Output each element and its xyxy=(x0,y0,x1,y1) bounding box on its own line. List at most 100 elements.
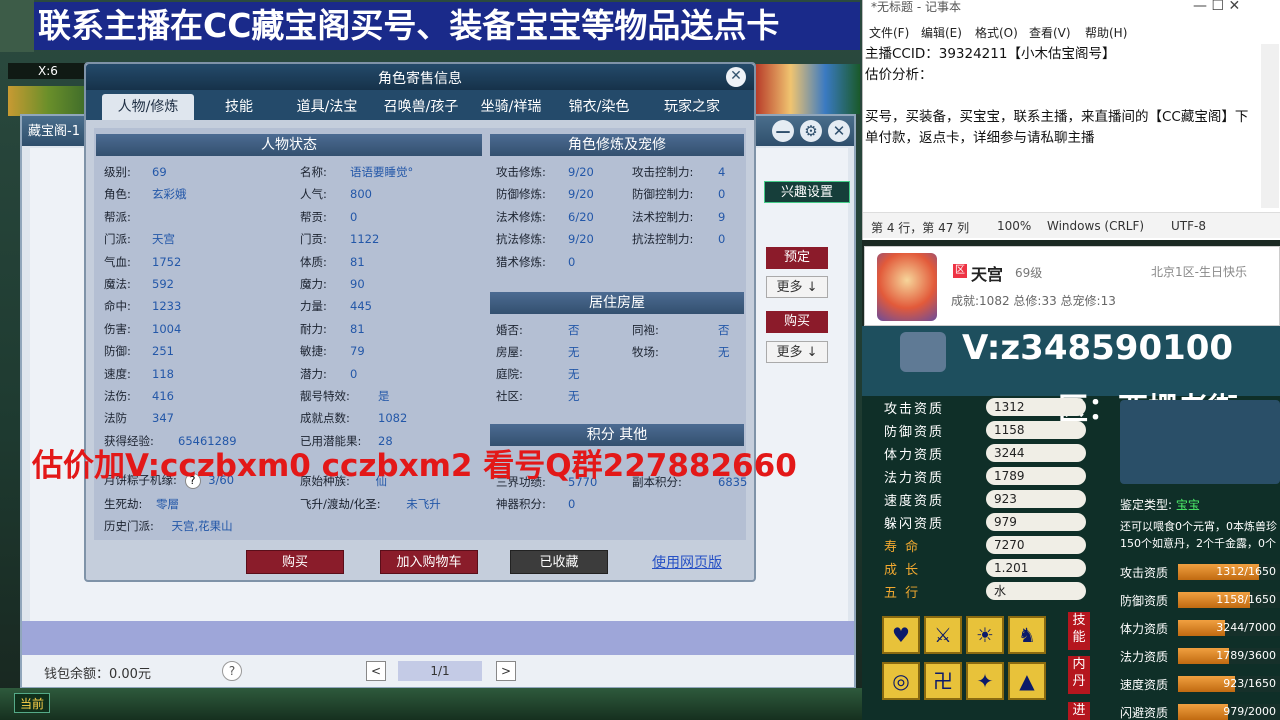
tab-pets[interactable]: 召唤兽/孩子 xyxy=(376,94,466,120)
aptitude-bar: 923/1650 xyxy=(1178,676,1280,692)
close-icon[interactable]: ✕ xyxy=(828,120,850,142)
row-value: 0 xyxy=(350,366,358,381)
text-line: 估价分析： xyxy=(865,67,933,83)
tab-outfits[interactable]: 锦衣/染色 xyxy=(560,94,638,120)
aptitude-bar: 1789/3600 xyxy=(1178,648,1280,664)
row-label: 婚否: xyxy=(496,323,523,337)
notepad-text-area[interactable]: 主播CCID：39324211【小木估宝阁号】 估价分析： 买号，买装备，买宝宝… xyxy=(865,44,1261,149)
more-button[interactable]: 更多 ↓ xyxy=(766,276,828,298)
wing-icon[interactable]: ✦ xyxy=(966,662,1004,700)
text-line: 主播CCID：39324211【小木估宝阁号】 xyxy=(865,46,1116,62)
character-level: 69级 xyxy=(1015,266,1043,280)
row-value: 0 xyxy=(568,497,576,511)
aptitude-bar: 1312/1650 xyxy=(1178,564,1280,580)
tab-player-home[interactable]: 玩家之家 xyxy=(652,94,732,120)
crossed-swords-icon[interactable]: ⚔ xyxy=(924,616,962,654)
game-toolbar-strip xyxy=(0,0,34,52)
server-name: 北京1区-生日快乐 xyxy=(1151,265,1247,279)
row-value: 无 xyxy=(718,345,730,359)
next-page-button[interactable]: > xyxy=(496,661,516,681)
character-summary-card[interactable]: 区 天宫 69级 北京1区-生日快乐 成就:1082 总修:33 总宠修:13 xyxy=(864,246,1280,326)
runner-icon[interactable]: ♞ xyxy=(1008,616,1046,654)
add-to-cart-button[interactable]: 加入购物车 xyxy=(380,550,478,574)
help-icon[interactable]: ? xyxy=(222,661,242,681)
row-label: 飞升/渡劫/化圣: xyxy=(300,497,381,511)
reserve-button[interactable]: 预定 xyxy=(766,247,828,269)
rune-icon[interactable]: 卍 xyxy=(924,662,962,700)
row-value: 1752 xyxy=(152,254,182,269)
tab-inner-dan[interactable]: 内丹 xyxy=(1068,656,1090,694)
row-label: 法术控制力: xyxy=(632,209,694,224)
row-value: 天宫,花果山 xyxy=(171,519,233,533)
notepad-status-bar: 第 4 行，第 47 列 100% Windows (CRLF) UTF-8 xyxy=(863,212,1280,238)
aptitude-label: 躲闪资质 xyxy=(884,517,945,532)
menu-file[interactable]: 文件(F) xyxy=(869,24,909,41)
row-label: 神器积分: xyxy=(496,497,546,511)
status-row: 体质: 81 xyxy=(300,254,365,270)
aptitude-bar: 1158/1650 xyxy=(1178,592,1280,608)
menu-help[interactable]: 帮助(H) xyxy=(1085,24,1127,41)
aptitude-value: 3244 xyxy=(986,444,1086,462)
menu-view[interactable]: 查看(V) xyxy=(1029,24,1071,41)
more-button[interactable]: 更多 ↓ xyxy=(766,341,828,363)
row-value: 语语要睡觉° xyxy=(350,165,414,179)
region-badge: 区 xyxy=(953,264,967,278)
aptitude-value: 1158 xyxy=(986,421,1086,439)
chat-channel-button[interactable]: 当前 xyxy=(14,693,50,713)
row-value: 否 xyxy=(568,323,580,337)
favorited-button[interactable]: 已收藏 xyxy=(510,550,608,574)
row-value: 无 xyxy=(568,389,580,403)
swirl-icon[interactable]: ◎ xyxy=(882,662,920,700)
status-row: 历史门派: 天宫,花果山 xyxy=(104,518,233,534)
row-label: 角色: xyxy=(104,187,131,202)
tab-items[interactable]: 道具/法宝 xyxy=(284,94,370,120)
row-value: 0 xyxy=(568,254,576,269)
status-row: 靓号特效: 是 xyxy=(300,388,390,404)
tab-skills[interactable]: 技能 xyxy=(206,94,272,120)
row-label: 牧场: xyxy=(632,345,659,359)
feed-line: 还可以喂食0个元宵，0本炼兽珍 xyxy=(1120,520,1277,533)
row-label: 速度: xyxy=(104,366,131,381)
info-row: 法术修炼: 6/20 xyxy=(496,209,594,225)
menu-format[interactable]: 格式(O) xyxy=(975,24,1018,41)
encoding: UTF-8 xyxy=(1171,219,1206,233)
info-row: 牧场: 无 xyxy=(632,344,730,360)
aptitude-value: 923 xyxy=(986,490,1086,508)
buy-button[interactable]: 购买 xyxy=(246,550,344,574)
section-header-cultivation: 角色修炼及宠修 xyxy=(490,134,744,156)
pet-detail-column: 鉴定类型: 宝宝 还可以喂食0个元宵，0本炼兽珍 150个如意丹，2个千金露，0… xyxy=(1116,400,1280,720)
tab-character[interactable]: 人物/修炼 xyxy=(102,94,194,120)
scrollbar[interactable] xyxy=(1261,44,1279,208)
menu-edit[interactable]: 编辑(E) xyxy=(921,24,962,41)
minimize-icon[interactable]: — xyxy=(772,120,794,142)
info-row: 防御控制力: 0 xyxy=(632,186,725,202)
use-web-version-link[interactable]: 使用网页版 xyxy=(652,552,722,572)
gear-icon[interactable]: ⚙ xyxy=(800,120,822,142)
row-value: 0 xyxy=(718,187,726,202)
status-row: 命中: 1233 xyxy=(104,298,181,314)
text-line: 买号，买装备，买宝宝，联系主播，来直播间的【CC藏宝阁】下单付款，返点卡，详细参… xyxy=(865,109,1249,146)
sun-wheel-icon[interactable]: ☀ xyxy=(966,616,1004,654)
aptitude-label: 法力资质 xyxy=(884,471,945,486)
bar-label: 闪避资质 xyxy=(1120,706,1169,720)
notepad-menu: 文件(F) 编辑(E) 格式(O) 查看(V) 帮助(H) xyxy=(863,22,1280,42)
status-row: 成就点数: 1082 xyxy=(300,410,407,426)
heart-shield-icon[interactable]: ♥ xyxy=(882,616,920,654)
buy-button[interactable]: 购买 xyxy=(766,311,828,333)
info-row: 神器积分: 0 xyxy=(496,496,575,512)
tab-skills[interactable]: 技能 xyxy=(1068,612,1090,650)
prev-page-button[interactable]: < xyxy=(366,661,386,681)
row-value: 416 xyxy=(152,389,174,403)
tab-mounts[interactable]: 坐骑/祥瑞 xyxy=(472,94,550,120)
interest-settings-button[interactable]: 兴趣设置 xyxy=(764,181,850,203)
row-label: 房屋: xyxy=(496,345,523,359)
window-controls[interactable]: — ☐ ✕ xyxy=(1193,0,1240,14)
bar-label: 体力资质 xyxy=(1120,622,1169,636)
row-label: 命中: xyxy=(104,299,131,314)
info-row: 攻击控制力: 4 xyxy=(632,164,725,180)
mountain-icon[interactable]: ▲ xyxy=(1008,662,1046,700)
close-icon[interactable]: ✕ xyxy=(726,67,746,87)
tab-advance[interactable]: 进 xyxy=(1068,702,1090,720)
dialog-titlebar[interactable]: 角色寄售信息 ✕ xyxy=(86,64,754,90)
team-avatars[interactable] xyxy=(756,64,860,114)
